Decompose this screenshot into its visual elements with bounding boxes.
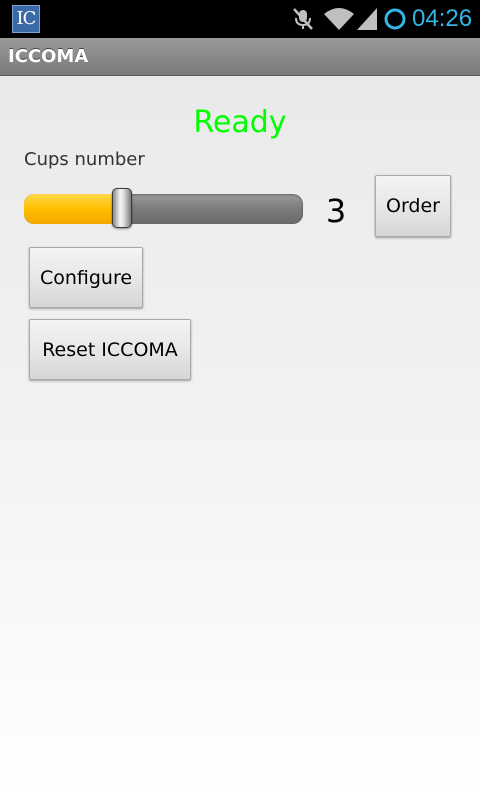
cups-number-label: Cups number [24, 149, 145, 170]
muted-icon [293, 8, 313, 30]
seekbar-track [24, 194, 303, 224]
action-bar: ICCOMA [0, 38, 480, 76]
order-button[interactable]: Order [375, 175, 451, 237]
seekbar-thumb[interactable] [112, 188, 132, 228]
app-notification-icon: IC [12, 5, 40, 33]
app-title: ICCOMA [8, 46, 89, 67]
cell-signal-icon [357, 8, 377, 30]
status-bar: IC 04:26 [0, 0, 480, 38]
configure-button[interactable]: Configure [29, 247, 143, 308]
clock: 04:26 [412, 5, 473, 32]
reset-iccoma-button[interactable]: Reset ICCOMA [29, 319, 191, 380]
cups-value: 3 [325, 192, 347, 230]
cups-seekbar[interactable] [24, 188, 303, 228]
battery-charging-icon [384, 8, 406, 30]
seekbar-progress [24, 194, 122, 224]
wifi-icon [324, 8, 354, 30]
status-text: Ready [193, 105, 287, 140]
